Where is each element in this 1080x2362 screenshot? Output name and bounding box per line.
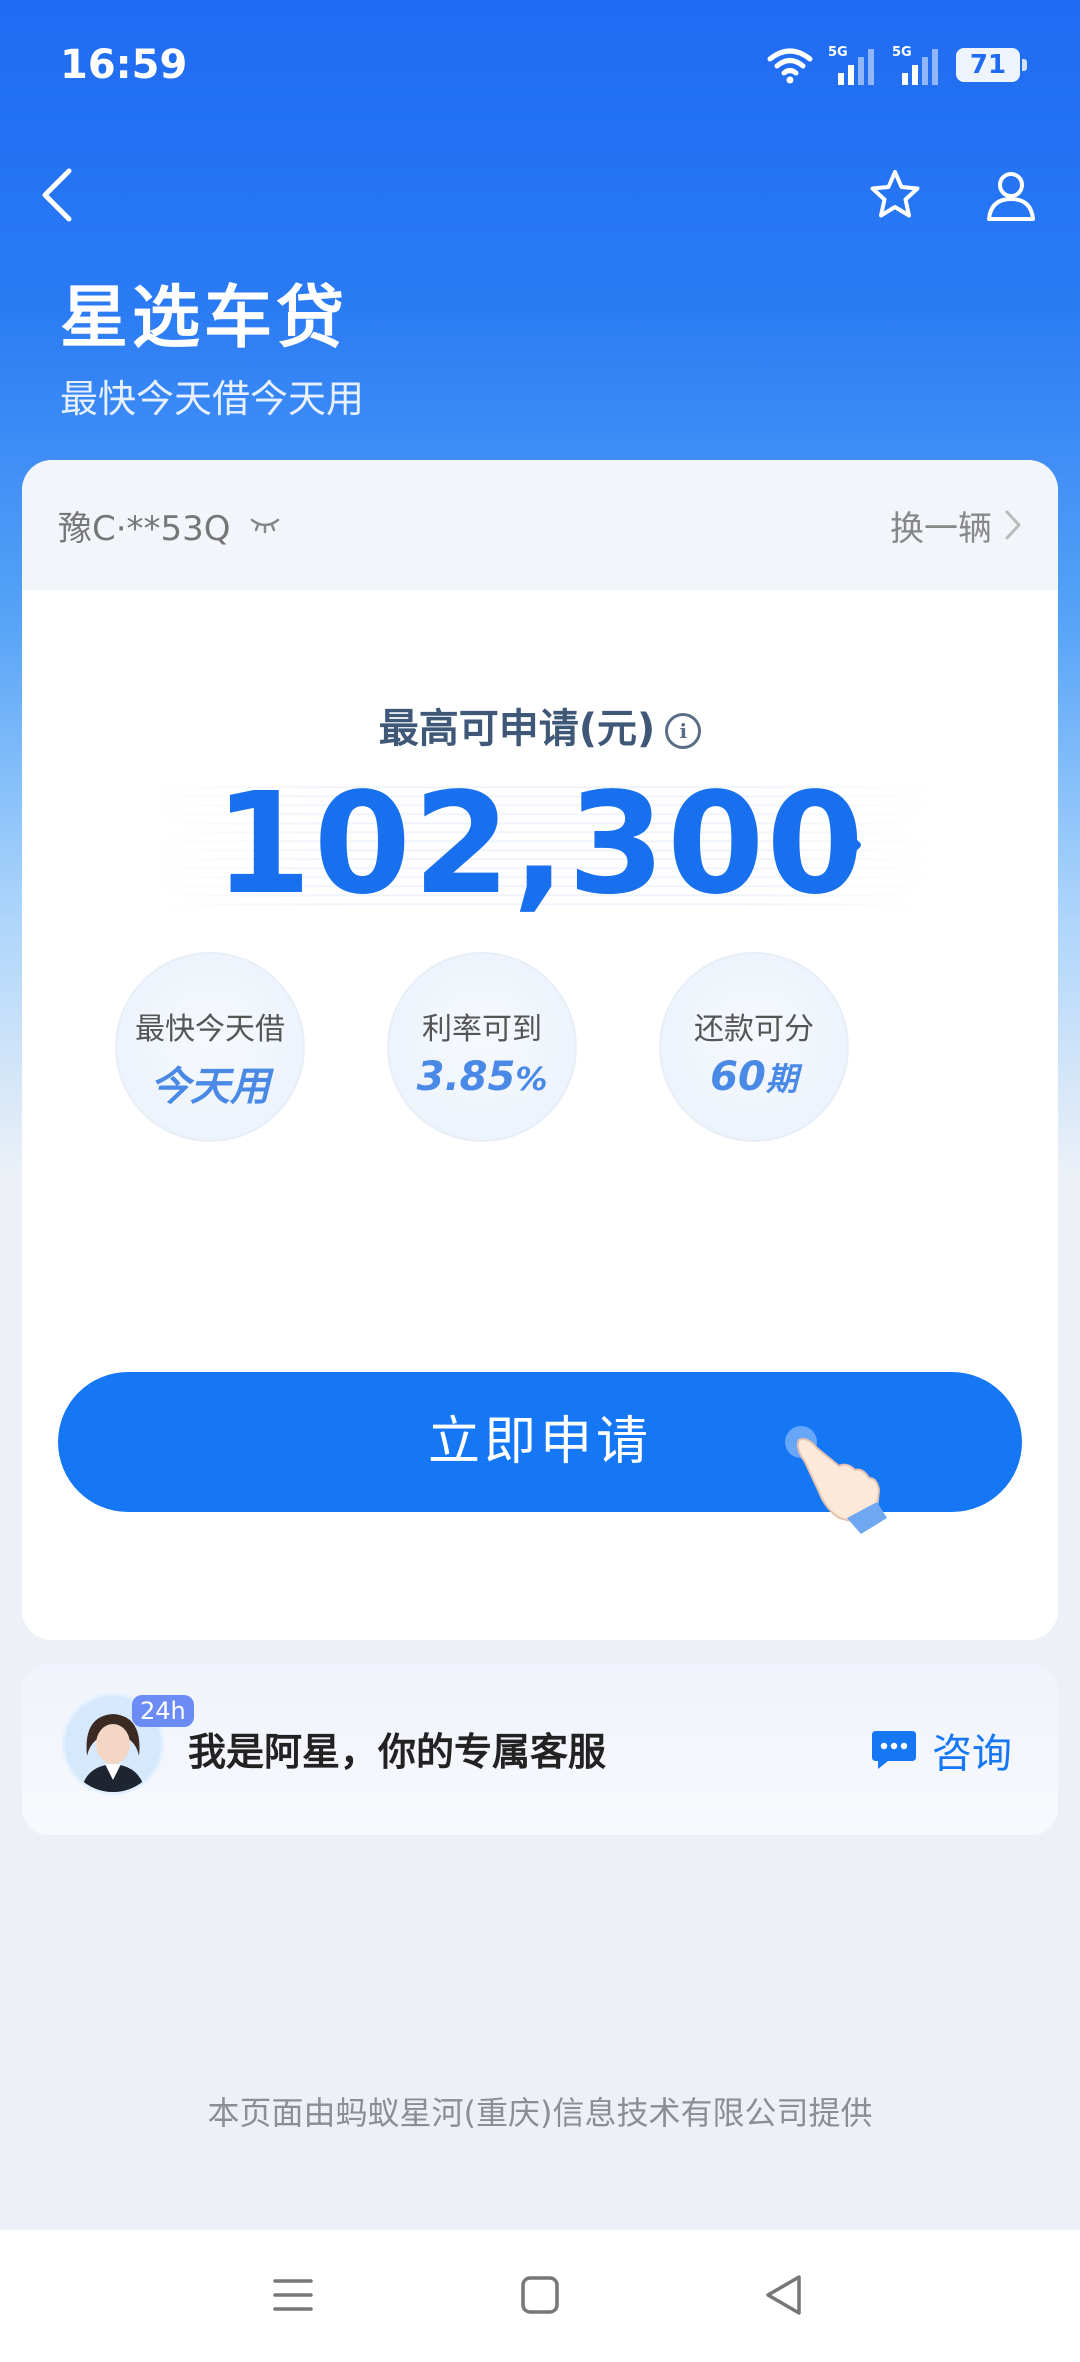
signal-icon: 5G (828, 45, 874, 85)
system-nav-bar (0, 2230, 1080, 2362)
feature-label: 利率可到 (422, 1012, 542, 1047)
home-button[interactable] (505, 2260, 575, 2330)
status-bar: 16:59 5G 5G 71 (0, 0, 1080, 130)
feature-rate: 利率可到 3.85% (387, 952, 577, 1142)
feature-term: 还款可分 60期 (659, 952, 849, 1142)
provider-note: 本页面由蚂蚁星河(重庆)信息技术有限公司提供 (207, 2094, 873, 2132)
chat-icon (872, 1731, 916, 1769)
page-subtitle: 最快今天借今天用 (60, 377, 365, 421)
pointing-hand-icon (785, 1426, 887, 1534)
menu-button[interactable] (258, 2260, 328, 2330)
customer-service-bar[interactable]: 24h 我是阿星，你的专属客服 咨询 (22, 1663, 1058, 1835)
plate-number: 豫C·**53Q (58, 501, 281, 550)
wifi-icon (767, 48, 813, 84)
info-icon[interactable]: i (665, 713, 702, 749)
home-square-icon (521, 2276, 559, 2314)
vehicle-bar: 豫C·**53Q 换一辆 (22, 460, 1058, 590)
apply-now-label: 立即申请 (427, 1412, 652, 1472)
status-time: 16:59 (60, 42, 188, 88)
top-nav (0, 150, 1080, 240)
switch-vehicle-label: 换一辆 (890, 508, 992, 549)
back-button[interactable] (22, 160, 92, 230)
favorite-button[interactable] (860, 160, 930, 230)
page-title: 星选车贷 (60, 279, 349, 358)
star-icon (870, 170, 920, 218)
battery-level: 71 (969, 50, 1007, 80)
signal-type-label: 5G (828, 45, 848, 60)
triangle-back-icon (766, 2275, 801, 2315)
switch-vehicle-button[interactable]: 换一辆 (890, 501, 1022, 550)
chevron-right-icon (1005, 510, 1021, 540)
feature-label: 最快今天借 (135, 1012, 285, 1047)
profile-button[interactable] (976, 160, 1046, 230)
service-intro-text: 我是阿星，你的专属客服 (188, 1730, 607, 1774)
menu-icon (273, 2279, 313, 2311)
feature-label: 还款可分 (694, 1012, 814, 1047)
signal-icon-2: 5G (892, 45, 938, 85)
max-amount: 102,300 (214, 763, 866, 926)
feature-value: 今天用 (150, 1064, 270, 1110)
consult-label: 咨询 (932, 1731, 1012, 1777)
signal-type-label-2: 5G (892, 45, 912, 60)
system-back-button[interactable] (748, 2260, 818, 2330)
eye-closed-icon[interactable] (249, 515, 281, 535)
plate-text: 豫C·**53Q (58, 508, 231, 549)
status-icons: 5G 5G 71 (766, 40, 1027, 90)
feature-fast: 最快今天借 今天用 (115, 952, 305, 1142)
amount-label-row: 最高可申请(元) i (22, 696, 1058, 754)
feature-value: 60期 (710, 1054, 798, 1100)
consult-button[interactable]: 咨询 (870, 1721, 1012, 1779)
user-icon (987, 172, 1035, 221)
loan-card: 豫C·**53Q 换一辆 最高可申请(元) i 102,300 最快今天借 今天用… (22, 460, 1058, 1640)
amount-label: 最高可申请(元) (378, 706, 656, 752)
chevron-left-icon (42, 168, 72, 222)
battery-icon: 71 (956, 48, 1027, 82)
24h-badge: 24h (132, 1695, 194, 1727)
amount-detail-chevron-icon[interactable] (822, 815, 872, 875)
feature-value: 3.85% (416, 1054, 548, 1100)
